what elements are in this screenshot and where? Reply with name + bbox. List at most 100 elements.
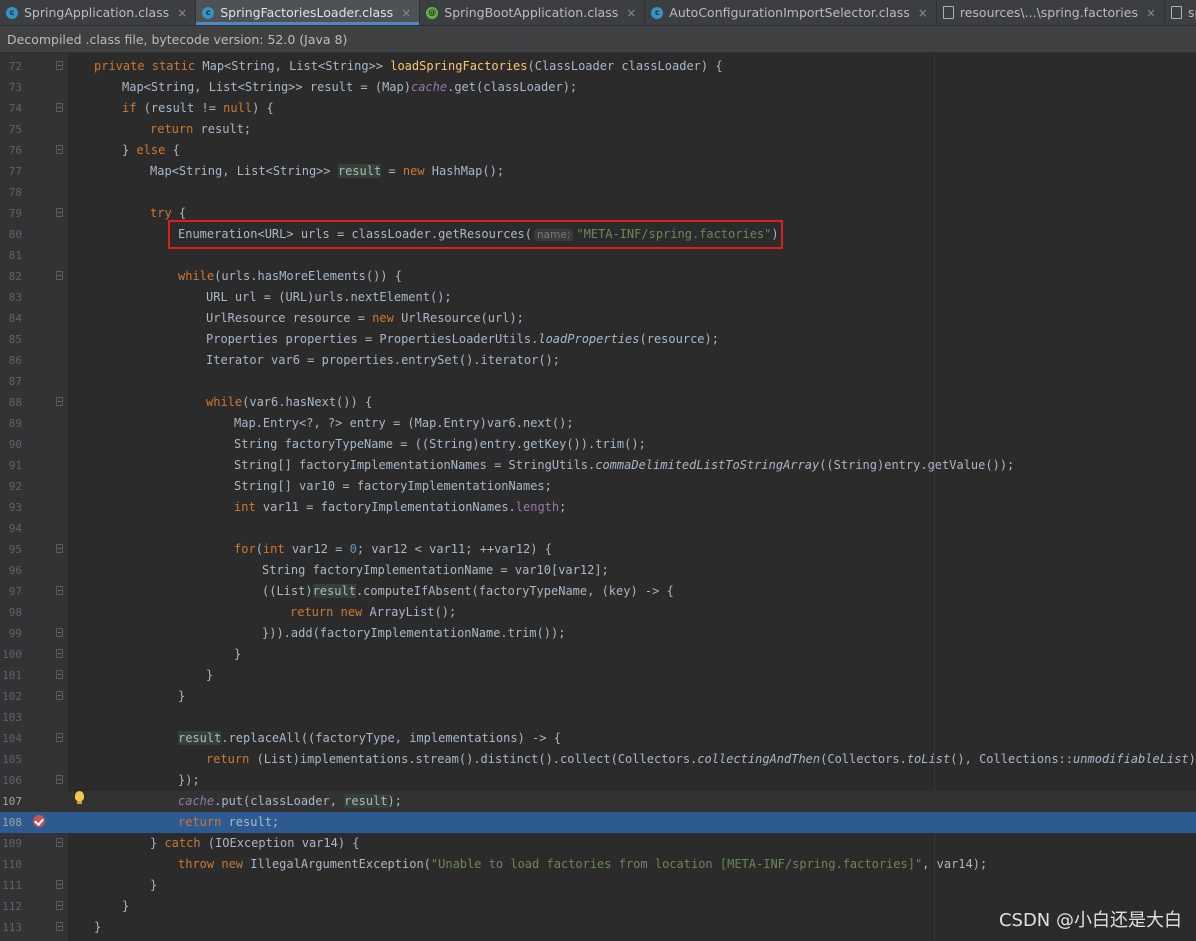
code-line[interactable]: 95 for(int var12 = 0; var12 < var11; ++v… [0, 539, 1196, 560]
code-text: throw new IllegalArgumentException("Unab… [178, 857, 988, 871]
fold-icon[interactable] [56, 208, 63, 217]
file-icon [1171, 6, 1183, 19]
tab-auto-configuration-import-selector[interactable]: c AutoConfigurationImportSelector.class … [645, 0, 937, 25]
fold-icon[interactable] [56, 775, 63, 784]
tab-spring-application[interactable]: c SpringApplication.class × [0, 0, 197, 25]
code-line[interactable]: 110 throw new IllegalArgumentException("… [0, 854, 1196, 875]
code-text: UrlResource resource = new UrlResource(u… [206, 311, 524, 325]
code-line[interactable]: 85 Properties properties = PropertiesLoa… [0, 329, 1196, 350]
code-line[interactable]: 75 return result; [0, 119, 1196, 140]
code-line[interactable]: 84 UrlResource resource = new UrlResourc… [0, 308, 1196, 329]
line-number: 98 [8, 606, 22, 619]
tab-spring-factories[interactable]: resources\...\spring.factories × [937, 0, 1166, 25]
code-line[interactable]: 93 int var11 = factoryImplementationName… [0, 497, 1196, 518]
fold-icon[interactable] [56, 670, 63, 679]
close-icon[interactable]: × [626, 6, 636, 20]
code-text: } [94, 920, 102, 934]
close-icon[interactable]: × [401, 6, 411, 20]
code-text: } [150, 878, 158, 892]
tab-label: SpringApplication.class [24, 5, 170, 20]
close-icon[interactable]: × [177, 6, 187, 20]
fold-icon[interactable] [56, 586, 63, 595]
code-text: String[] factoryImplementationNames = St… [234, 458, 1015, 472]
code-text: Iterator var6 = properties.entrySet().it… [206, 353, 561, 367]
tab-spring-factories-loader[interactable]: c SpringFactoriesLoader.class × [196, 0, 421, 25]
code-line[interactable]: 94 [0, 518, 1196, 539]
code-text: } [122, 899, 130, 913]
editor-tab-bar: c SpringApplication.class × c SpringFact… [0, 0, 1196, 26]
code-text: } [206, 668, 214, 682]
code-line[interactable]: 82 while(urls.hasMoreElements()) { [0, 266, 1196, 287]
line-number: 107 [2, 795, 22, 808]
code-line[interactable]: 105 return (List)implementations.stream(… [0, 749, 1196, 770]
decompiled-info-bar: Decompiled .class file, bytecode version… [0, 26, 1196, 53]
line-number: 88 [8, 396, 22, 409]
code-line[interactable]: 100 } [0, 644, 1196, 665]
line-number: 105 [2, 753, 22, 766]
code-line[interactable]: 90 String factoryTypeName = ((String)ent… [0, 434, 1196, 455]
code-line[interactable]: 91 String[] factoryImplementationNames =… [0, 455, 1196, 476]
highlight-box [168, 220, 783, 249]
code-line[interactable]: 78 [0, 182, 1196, 203]
fold-icon[interactable] [56, 838, 63, 847]
line-number: 96 [8, 564, 22, 577]
code-line[interactable]: 104 result.replaceAll((factoryType, impl… [0, 728, 1196, 749]
code-text: if (result != null) { [122, 101, 274, 115]
code-line[interactable]: 86 Iterator var6 = properties.entrySet()… [0, 350, 1196, 371]
class-icon: c [6, 6, 18, 19]
fold-icon[interactable] [56, 271, 63, 280]
lightbulb-icon[interactable] [75, 791, 84, 804]
code-text: for(int var12 = 0; var12 < var11; ++var1… [234, 542, 552, 556]
fold-icon[interactable] [56, 397, 63, 406]
line-number: 95 [8, 543, 22, 556]
code-text: private static Map<String, List<String>>… [94, 59, 723, 73]
fold-icon[interactable] [56, 544, 63, 553]
code-line[interactable]: 96 String factoryImplementationName = va… [0, 560, 1196, 581]
tab-label: spring-boot-a [1188, 5, 1196, 20]
code-line[interactable]: 88 while(var6.hasNext()) { [0, 392, 1196, 413]
code-text: cache.put(classLoader, result); [178, 794, 402, 808]
tab-spring-boot-a[interactable]: spring-boot-a [1165, 0, 1196, 25]
close-icon[interactable]: × [1146, 6, 1156, 20]
code-line[interactable]: 83 URL url = (URL)urls.nextElement(); [0, 287, 1196, 308]
code-line-current[interactable]: 107 cache.put(classLoader, result); [0, 791, 1196, 812]
line-number: 75 [8, 123, 22, 136]
code-line[interactable]: 103 [0, 707, 1196, 728]
code-line[interactable]: 76 } else { [0, 140, 1196, 161]
code-line[interactable]: 77 Map<String, List<String>> result = ne… [0, 161, 1196, 182]
code-line[interactable]: 101 } [0, 665, 1196, 686]
code-line-execution-point[interactable]: 108 return result; [0, 812, 1196, 833]
code-line[interactable]: 89 Map.Entry<?, ?> entry = (Map.Entry)va… [0, 413, 1196, 434]
tab-spring-boot-application[interactable]: @ SpringBootApplication.class × [420, 0, 646, 25]
fold-icon[interactable] [56, 628, 63, 637]
code-line[interactable]: 106 }); [0, 770, 1196, 791]
fold-icon[interactable] [56, 649, 63, 658]
code-text: while(urls.hasMoreElements()) { [178, 269, 402, 283]
code-line[interactable]: 97 ((List)result.computeIfAbsent(factory… [0, 581, 1196, 602]
code-text: }); [178, 773, 200, 787]
code-line[interactable]: 98 return new ArrayList(); [0, 602, 1196, 623]
code-line[interactable]: 87 [0, 371, 1196, 392]
code-line[interactable]: 99 })).add(factoryImplementationName.tri… [0, 623, 1196, 644]
fold-icon[interactable] [56, 733, 63, 742]
fold-icon[interactable] [56, 922, 63, 931]
fold-icon[interactable] [56, 103, 63, 112]
fold-icon[interactable] [56, 880, 63, 889]
line-number: 82 [8, 270, 22, 283]
code-line[interactable]: 102 } [0, 686, 1196, 707]
code-line[interactable]: 111 } [0, 875, 1196, 896]
code-line[interactable]: 74 if (result != null) { [0, 98, 1196, 119]
fold-icon[interactable] [56, 145, 63, 154]
line-number: 79 [8, 207, 22, 220]
code-line[interactable]: 73 Map<String, List<String>> result = (M… [0, 77, 1196, 98]
line-number: 112 [2, 900, 22, 913]
fold-icon[interactable] [56, 691, 63, 700]
fold-icon[interactable] [56, 61, 63, 70]
code-line[interactable]: 92 String[] var10 = factoryImplementatio… [0, 476, 1196, 497]
close-icon[interactable]: × [918, 6, 928, 20]
code-line[interactable]: 109 } catch (IOException var14) { [0, 833, 1196, 854]
fold-icon[interactable] [56, 901, 63, 910]
breakpoint-icon[interactable] [33, 815, 45, 827]
code-text: })).add(factoryImplementationName.trim()… [262, 626, 566, 640]
code-line[interactable]: 72 private static Map<String, List<Strin… [0, 56, 1196, 77]
